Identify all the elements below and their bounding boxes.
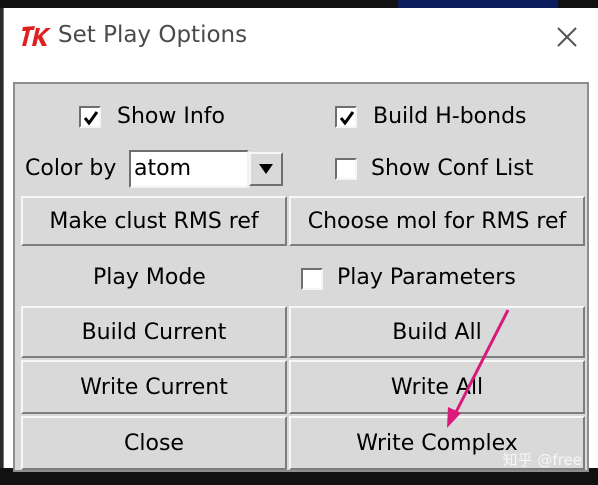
options-panel: Show Info Build H-bonds Color by atom Sh… [13, 82, 589, 472]
show-info-checkbox[interactable] [79, 106, 101, 128]
show-conf-list-checkbox[interactable] [335, 158, 357, 180]
build-all-button[interactable]: Build All [289, 306, 585, 358]
play-parameters-checkbox[interactable] [301, 268, 323, 290]
make-clust-rms-ref-button[interactable]: Make clust RMS ref [21, 196, 287, 246]
title-bar[interactable]: Set Play Options [4, 8, 598, 64]
write-current-button[interactable]: Write Current [21, 360, 287, 414]
build-current-button[interactable]: Build Current [21, 306, 287, 358]
window-title: Set Play Options [58, 22, 248, 48]
triangle-down-icon [259, 164, 273, 174]
build-hbonds-checkbox[interactable] [335, 106, 357, 128]
write-all-button[interactable]: Write All [289, 360, 585, 414]
show-info-label[interactable]: Show Info [117, 104, 225, 129]
tk-feather-logo-icon [22, 26, 51, 46]
color-by-label: Color by [25, 156, 117, 181]
show-conf-list-label[interactable]: Show Conf List [371, 156, 533, 181]
close-button[interactable]: Close [21, 416, 287, 470]
background-strip-top [0, 0, 598, 8]
color-by-select[interactable]: atom [129, 150, 249, 188]
background-blue-area [398, 0, 558, 8]
play-parameters-label[interactable]: Play Parameters [337, 265, 516, 290]
choose-mol-for-rms-ref-button[interactable]: Choose mol for RMS ref [289, 196, 585, 246]
watermark-text: 知乎 @free [502, 451, 582, 469]
play-mode-label: Play Mode [93, 265, 206, 290]
color-by-dropdown-button[interactable] [249, 152, 283, 186]
build-hbonds-label[interactable]: Build H-bonds [373, 104, 527, 129]
checkmark-icon [83, 111, 99, 126]
close-icon[interactable] [552, 22, 582, 52]
set-play-options-window: Set Play Options Show Info Build H-bonds… [3, 8, 598, 472]
checkmark-icon [339, 111, 355, 126]
